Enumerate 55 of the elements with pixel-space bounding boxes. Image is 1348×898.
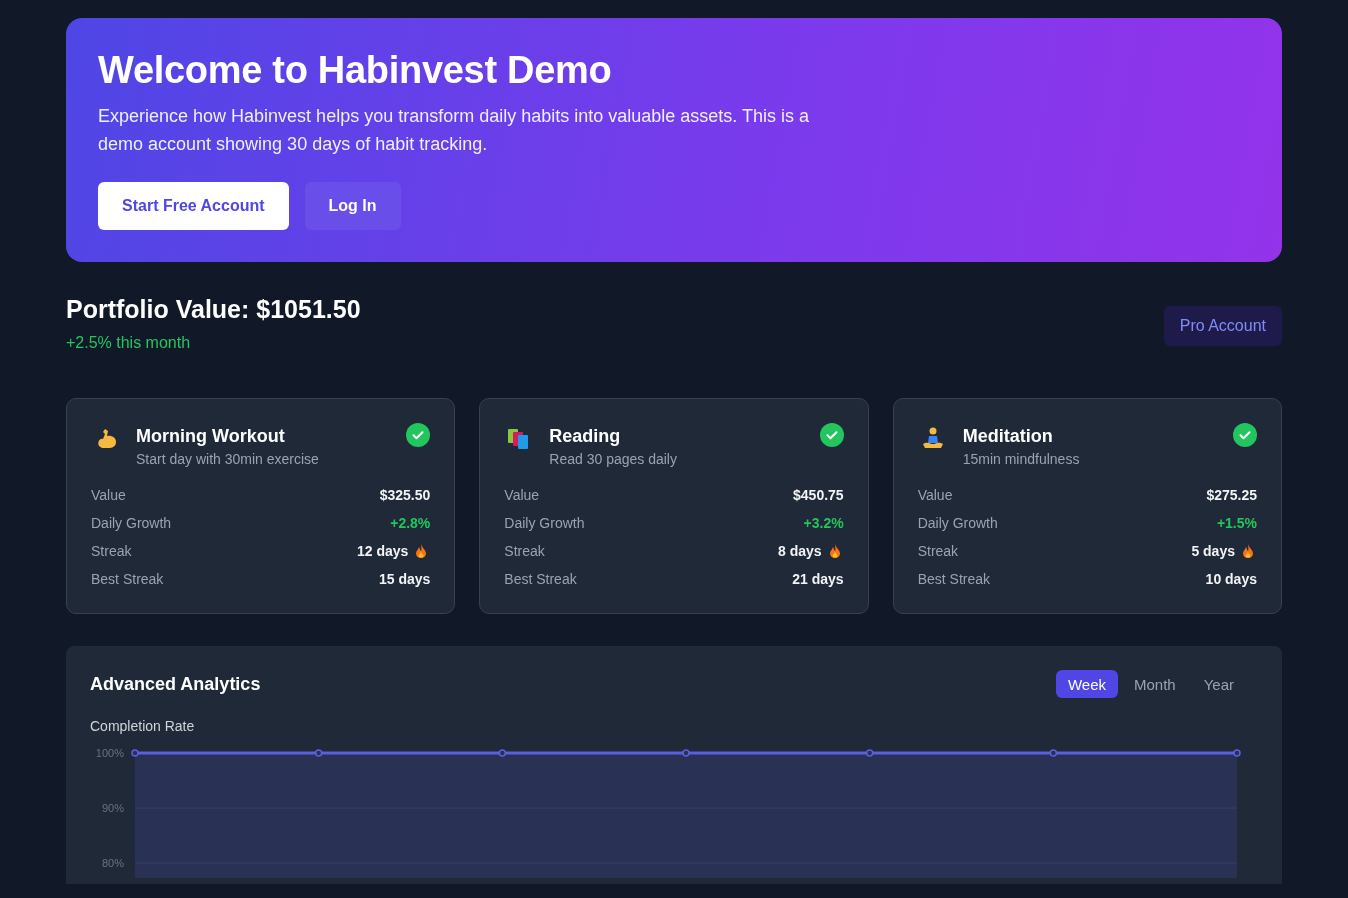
stat-label: Daily Growth — [504, 515, 585, 531]
habit-title: Morning Workout — [136, 425, 286, 448]
stat-value: 21 days — [792, 571, 844, 587]
data-point — [498, 749, 507, 757]
data-point — [314, 749, 323, 757]
stat-label: Value — [504, 487, 540, 503]
stat-value: $450.75 — [793, 487, 844, 503]
hero-title: Welcome to Habinvest Demo — [98, 48, 613, 92]
stat-value: +1.5% — [1216, 515, 1257, 531]
period-tab[interactable]: Week — [1055, 670, 1118, 698]
y-tick-label: 80% — [101, 857, 124, 870]
data-point — [1233, 749, 1241, 757]
pro-account-button[interactable]: Pro Account — [1163, 306, 1282, 346]
login-button[interactable]: Log In — [304, 182, 401, 230]
stat-label: Daily Growth — [917, 515, 998, 531]
flame-icon — [828, 544, 841, 558]
stat-label: Value — [917, 487, 953, 503]
y-tick-label: 100% — [95, 747, 124, 759]
habit-title: Meditation — [962, 425, 1054, 448]
chart-label: Completion Rate — [90, 718, 196, 734]
stat-label: Best Streak — [504, 571, 577, 587]
stat-label: Daily Growth — [91, 515, 172, 531]
stat-value: 10 days — [1205, 571, 1257, 587]
habit-title: Reading — [549, 425, 622, 448]
flame-icon — [1242, 544, 1254, 558]
flame-icon — [415, 544, 428, 558]
stat-label: Best Streak — [91, 571, 164, 587]
portfolio-change: +2.5% this month — [66, 334, 192, 352]
data-point — [131, 749, 139, 757]
period-tab[interactable]: Year — [1191, 670, 1246, 698]
hero-text: Experience how Habinvest helps you transform daily habits into valuable assets. This is a demo account showing 30 days of habit tracking. — [98, 105, 811, 156]
data-point — [1049, 749, 1058, 757]
stat-value: 5 days — [1191, 543, 1235, 559]
stat-value: +2.8% — [390, 515, 431, 531]
stat-label: Value — [91, 487, 126, 503]
start-account-button[interactable]: Start Free Account — [98, 182, 289, 230]
habit-description: Start day with 30min exercise — [136, 450, 320, 469]
data-point — [682, 749, 690, 757]
portfolio-value: Portfolio Value: $1051.50 — [66, 294, 361, 324]
stat-label: Streak — [504, 543, 545, 559]
habit-description: Read 30 pages daily — [549, 450, 678, 469]
stat-label: Streak — [91, 543, 132, 559]
stat-value: 12 days — [356, 543, 409, 559]
habit-description: 15min mindfulness — [962, 450, 1081, 469]
stat-value: 15 days — [378, 571, 431, 587]
stat-value: $325.50 — [379, 487, 431, 503]
data-point — [865, 749, 874, 757]
stat-label: Streak — [917, 543, 959, 559]
analytics-title: Advanced Analytics — [90, 673, 261, 695]
stat-value: 8 days — [778, 543, 822, 559]
y-tick-label: 90% — [101, 802, 124, 815]
stat-value: $275.25 — [1206, 487, 1257, 503]
period-tab[interactable]: Month — [1122, 670, 1188, 698]
stat-label: Best Streak — [917, 571, 991, 587]
stat-value: +3.2% — [803, 515, 844, 531]
